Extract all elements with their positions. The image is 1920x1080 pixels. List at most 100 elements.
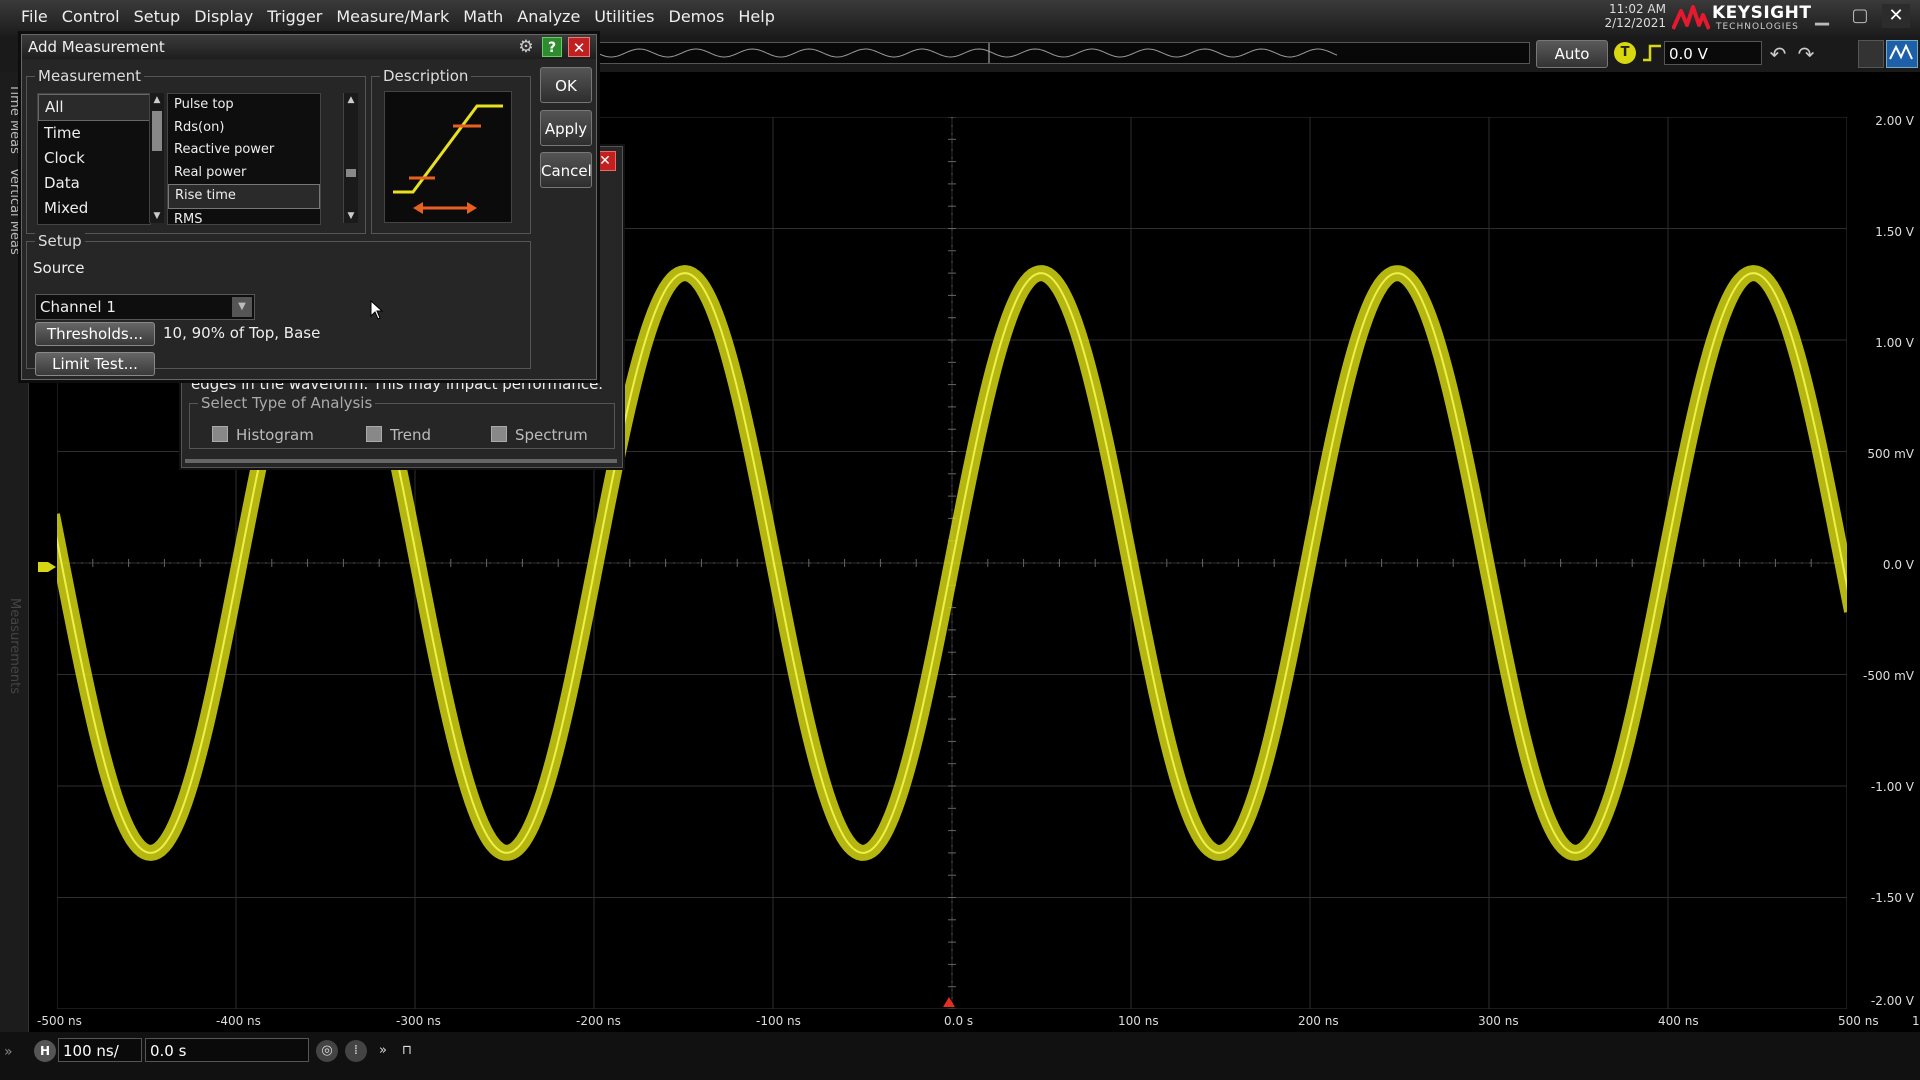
autoscale-icon[interactable] [1886,40,1918,68]
x-end-marker: 1 [1912,1014,1920,1028]
help-button[interactable]: ? [542,37,562,57]
waveform-navigator[interactable] [596,42,1530,64]
source-label: Source [33,259,85,277]
measurement-item[interactable]: RMS [168,209,320,225]
scroll-up-icon[interactable]: ▲ [150,93,164,107]
spectrum-checkbox[interactable]: Spectrum [491,426,588,444]
category-item-time[interactable]: Time [38,121,150,146]
cancel-button[interactable]: Cancel [540,152,592,188]
category-scrollbar[interactable]: ▲ ▼ [149,93,164,223]
measurement-group: Measurement All Time Clock Data Mixed ▲ … [26,67,366,234]
x-label: -400 ns [216,1014,261,1028]
menu-utilities[interactable]: Utilities [587,7,661,26]
tab-measurements[interactable]: Measurements [7,598,22,694]
horizontal-position-input[interactable]: 0.0 s [145,1038,309,1062]
scroll-down-icon[interactable]: ▼ [344,209,358,223]
scroll-thumb[interactable] [346,169,356,177]
menu-control[interactable]: Control [55,7,127,26]
x-label: -200 ns [576,1014,621,1028]
tab-time-meas[interactable]: Time Meas [7,84,22,154]
x-label: 400 ns [1658,1014,1699,1028]
x-label: 100 ns [1118,1014,1159,1028]
trigger-level-input[interactable]: 0.0 V [1664,41,1762,65]
spectrum-label: Spectrum [515,426,588,444]
mouse-cursor-icon [370,300,384,320]
dialog-titlebar[interactable]: Add Measurement ⚙ ? ✕ [22,35,596,59]
scroll-thumb[interactable] [152,111,162,151]
y-label: 2.00 V [1875,114,1914,128]
dialog-title: Add Measurement [28,38,165,56]
menu-math[interactable]: Math [456,7,510,26]
forward-icon[interactable]: » [372,1040,394,1062]
histogram-checkbox[interactable]: Histogram [212,426,314,444]
restore-icon[interactable]: ▢ [1846,4,1874,28]
x-label: -100 ns [756,1014,801,1028]
y-label: 1.50 V [1875,225,1914,239]
analysis-group-label: Select Type of Analysis [198,394,376,412]
acquisition-icon[interactable]: ⁞ [345,1040,367,1062]
measurement-item[interactable]: Rds(on) [168,117,320,140]
analysis-close-button[interactable]: ✕ [594,151,616,171]
trend-label: Trend [390,426,432,444]
menu-trigger[interactable]: Trigger [260,7,329,26]
redo-icon[interactable]: ↷ [1794,42,1818,66]
undo-icon[interactable]: ↶ [1766,42,1790,66]
menu-setup[interactable]: Setup [127,7,188,26]
dialog-close-button[interactable]: ✕ [568,37,590,57]
marker-icon[interactable]: ⊓ [396,1040,418,1062]
horizontal-scale-input[interactable]: 100 ns/ [58,1038,142,1062]
thresholds-button[interactable]: Thresholds... [35,322,155,346]
rising-edge-icon[interactable] [1642,42,1662,64]
menu-demos[interactable]: Demos [662,7,732,26]
menu-help[interactable]: Help [731,7,781,26]
setup-group-label: Setup [35,232,85,250]
y-label: -500 mV [1863,669,1914,683]
display-toggle-icon[interactable] [1858,40,1884,68]
measurement-item-selected[interactable]: Rise time [168,184,320,209]
y-label: 1.00 V [1875,336,1914,350]
auto-trigger-button[interactable]: Auto [1536,40,1608,68]
y-label: -1.50 V [1870,891,1914,905]
measurement-scrollbar[interactable]: ▲ ▼ [343,93,358,223]
menu-display[interactable]: Display [187,7,260,26]
menu-measure-mark[interactable]: Measure/Mark [329,7,456,26]
analysis-type-group: Select Type of Analysis Histogram Trend … [189,394,615,449]
measurement-item[interactable]: Reactive power [168,139,320,162]
category-item-data[interactable]: Data [38,171,150,196]
scroll-up-icon[interactable]: ▲ [344,93,358,107]
trigger-position-marker [943,997,955,1007]
menu-analyze[interactable]: Analyze [510,7,587,26]
measurement-group-label: Measurement [35,67,144,85]
measurement-item[interactable]: Real power [168,162,320,185]
scroll-down-icon[interactable]: ▼ [150,209,164,223]
brand-name: KEYSIGHT [1712,3,1812,23]
thresholds-summary: 10, 90% of Top, Base [163,324,321,342]
trigger-badge[interactable]: T [1614,42,1636,64]
gear-icon[interactable]: ⚙ [516,37,536,57]
clock-date: 2/12/2021 [1604,16,1666,30]
limit-test-button[interactable]: Limit Test... [35,352,155,376]
horizontal-badge[interactable]: H [34,1040,56,1062]
apply-button[interactable]: Apply [540,110,592,146]
expand-icon[interactable]: » [4,1044,13,1060]
minimize-icon[interactable]: ▁ [1808,4,1836,28]
trend-checkbox[interactable]: Trend [366,426,431,444]
tab-vertical-meas[interactable]: Vertical Meas [7,168,22,255]
category-item-all[interactable]: All [38,94,150,121]
menu-file[interactable]: File [14,7,55,26]
zoom-icon[interactable]: ◎ [316,1040,338,1062]
channel-1-ground-marker[interactable] [36,556,58,578]
ok-button[interactable]: OK [540,67,592,103]
y-label: -2.00 V [1870,994,1914,1008]
close-window-icon[interactable]: ✕ [1882,4,1910,28]
category-item-clock[interactable]: Clock [38,146,150,171]
source-select[interactable]: Channel 1 ▼ [35,294,255,320]
x-label: -300 ns [396,1014,441,1028]
x-label: 0.0 s [944,1014,974,1028]
brand-sub: TECHNOLOGIES [1716,22,1799,32]
x-label: 300 ns [1478,1014,1519,1028]
chevron-down-icon[interactable]: ▼ [232,297,252,317]
x-label: 200 ns [1298,1014,1339,1028]
measurement-item[interactable]: Pulse top [168,94,320,117]
category-item-mixed[interactable]: Mixed [38,196,150,221]
